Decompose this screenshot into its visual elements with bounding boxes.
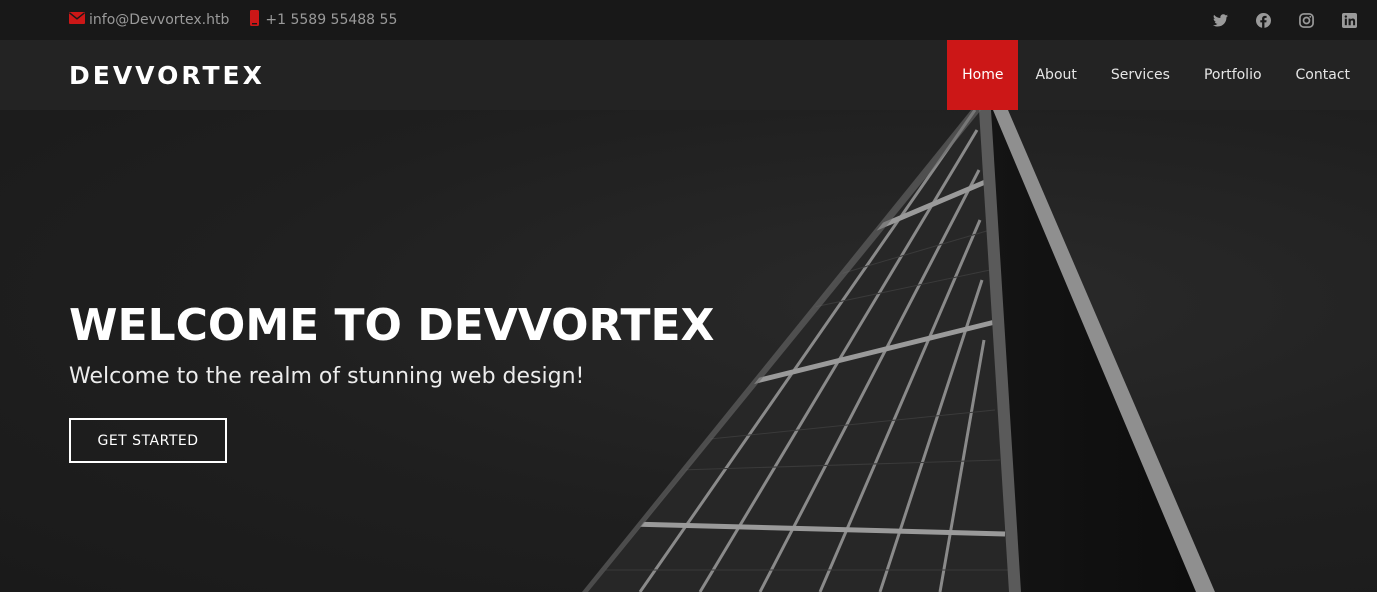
get-started-button[interactable]: GET STARTED <box>69 418 227 463</box>
hero-title: WELCOME TO DEVVORTEX <box>69 300 715 351</box>
page: info@Devvortex.htb +1 5589 55488 55 DEVV… <box>0 0 1377 592</box>
email-contact[interactable]: info@Devvortex.htb <box>69 12 229 28</box>
site-logo[interactable]: DEVVORTEX <box>69 61 265 90</box>
nav-contact[interactable]: Contact <box>1279 40 1367 110</box>
nav-services[interactable]: Services <box>1094 40 1187 110</box>
main-nav: Home About Services Portfolio Contact <box>947 40 1377 110</box>
envelope-icon <box>69 12 89 28</box>
header: DEVVORTEX Home About Services Portfolio … <box>0 40 1377 110</box>
phone-icon <box>247 10 265 30</box>
hero-section: WELCOME TO DEVVORTEX Welcome to the real… <box>0 110 1377 592</box>
phone-contact[interactable]: +1 5589 55488 55 <box>247 10 397 30</box>
hero-subtitle: Welcome to the realm of stunning web des… <box>69 364 585 389</box>
facebook-icon[interactable] <box>1255 12 1271 28</box>
contact-info: info@Devvortex.htb +1 5589 55488 55 <box>69 10 397 30</box>
social-links <box>1185 12 1357 28</box>
nav-portfolio[interactable]: Portfolio <box>1187 40 1279 110</box>
topbar: info@Devvortex.htb +1 5589 55488 55 <box>0 0 1377 40</box>
email-text: info@Devvortex.htb <box>89 12 230 28</box>
nav-about[interactable]: About <box>1018 40 1093 110</box>
hero-content: WELCOME TO DEVVORTEX Welcome to the real… <box>69 298 714 463</box>
phone-text: +1 5589 55488 55 <box>265 12 398 28</box>
nav-home[interactable]: Home <box>947 40 1019 110</box>
instagram-icon[interactable] <box>1298 12 1314 28</box>
twitter-icon[interactable] <box>1212 12 1228 28</box>
linkedin-icon[interactable] <box>1341 12 1357 28</box>
